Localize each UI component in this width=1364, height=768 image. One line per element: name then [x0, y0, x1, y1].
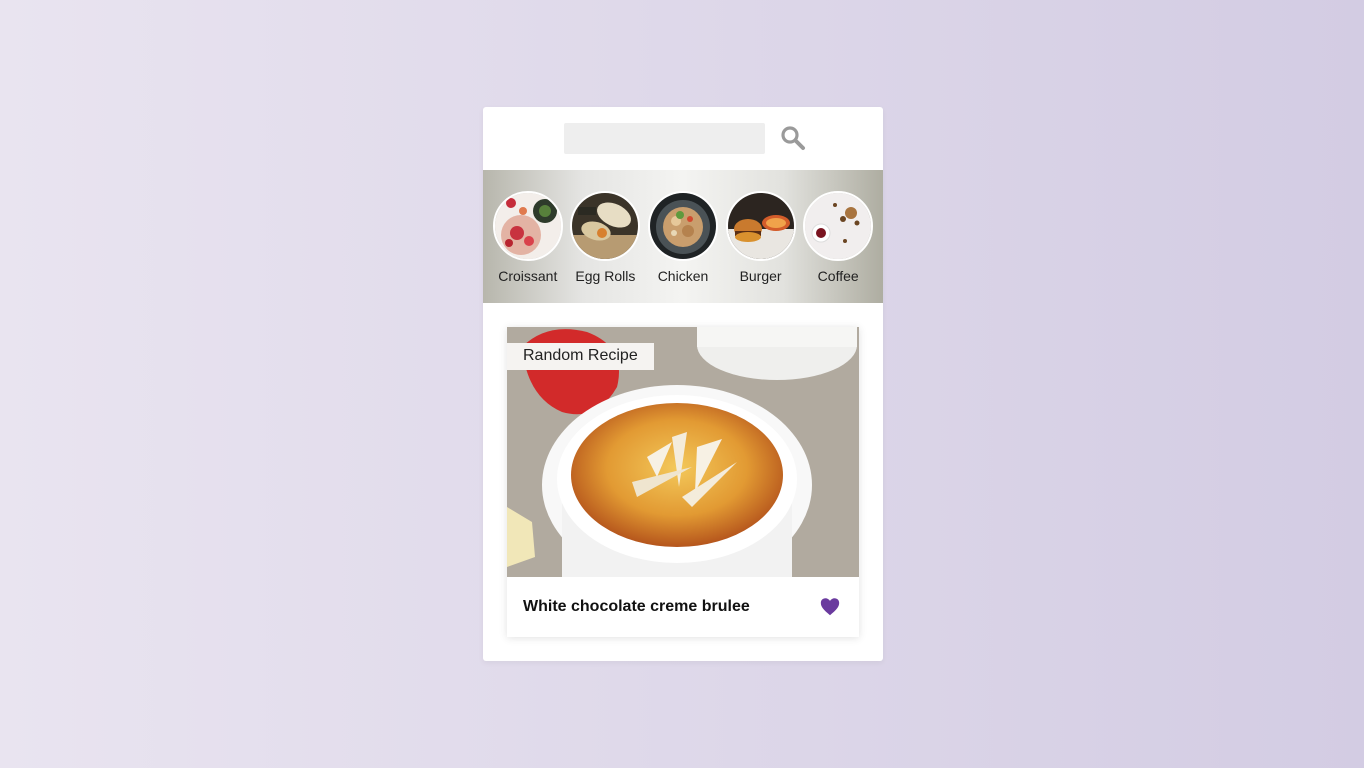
- category-egg-rolls[interactable]: Egg Rolls: [570, 170, 641, 303]
- search-bar: [483, 107, 883, 170]
- category-image: [647, 191, 718, 261]
- category-label: Burger: [739, 268, 782, 284]
- card-footer: White chocolate creme brulee: [507, 577, 859, 637]
- category-list: Croissant Egg Rolls Chicken Burger Coffe…: [483, 170, 883, 303]
- category-label: Chicken: [657, 268, 709, 284]
- recipe-card[interactable]: Random Recipe White chocolate creme brul…: [507, 327, 859, 637]
- recipe-app: Croissant Egg Rolls Chicken Burger Coffe…: [483, 107, 883, 661]
- favorite-button[interactable]: [819, 596, 841, 618]
- search-button[interactable]: [779, 123, 807, 153]
- category-coffee[interactable]: Coffee: [803, 170, 874, 303]
- random-recipe-tag: Random Recipe: [507, 343, 654, 370]
- category-image: [570, 191, 641, 261]
- recipe-image: Random Recipe: [507, 327, 859, 577]
- category-label: Egg Rolls: [575, 268, 636, 284]
- category-chicken[interactable]: Chicken: [647, 170, 718, 303]
- search-input[interactable]: [564, 123, 765, 154]
- category-label: Croissant: [498, 268, 558, 284]
- category-image: [803, 191, 874, 261]
- category-croissant[interactable]: Croissant: [492, 170, 563, 303]
- category-label: Coffee: [817, 268, 859, 284]
- category-burger[interactable]: Burger: [725, 170, 796, 303]
- heart-icon: [820, 598, 840, 616]
- recipe-title: White chocolate creme brulee: [523, 598, 750, 615]
- search-icon: [781, 126, 805, 150]
- category-image: [725, 191, 796, 261]
- category-image: [492, 191, 563, 261]
